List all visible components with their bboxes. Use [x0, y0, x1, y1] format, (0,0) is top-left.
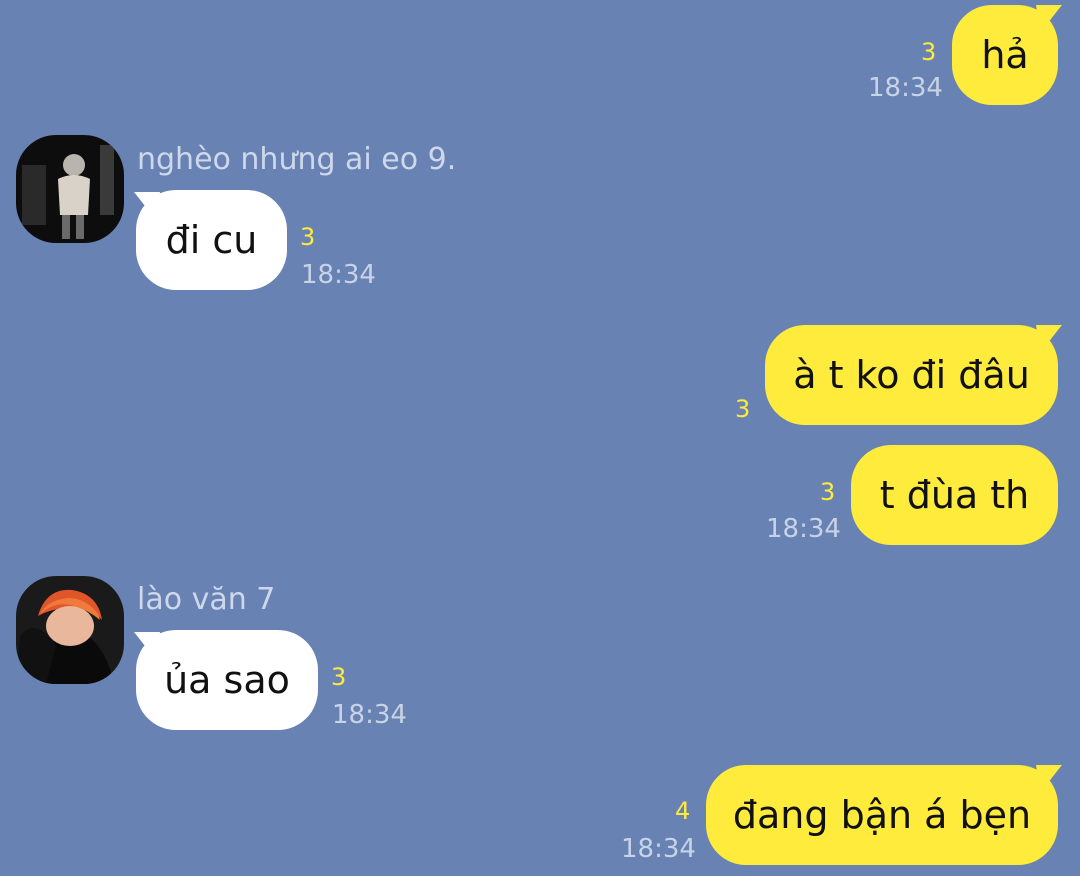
message-timestamp: 18:34	[301, 260, 376, 290]
message-timestamp: 18:34	[621, 834, 696, 864]
avatar[interactable]	[16, 135, 124, 243]
message-text: hả	[981, 33, 1029, 77]
outgoing-message-bubble[interactable]: đang bận á bẹn	[706, 765, 1058, 865]
message-text: đang bận á bẹn	[732, 793, 1032, 837]
sender-name: lào văn 7	[137, 582, 276, 617]
bubble-tail-icon	[1036, 765, 1062, 793]
message-text: à t ko đi đâu	[793, 353, 1030, 397]
bubble-tail-icon	[1036, 325, 1062, 353]
unread-count: 3	[820, 478, 836, 506]
message-text: t đùa th	[879, 473, 1030, 517]
bubble-tail-icon	[134, 632, 160, 660]
message-timestamp: 18:34	[868, 73, 943, 103]
unread-count: 3	[300, 223, 316, 251]
unread-count: 3	[331, 663, 347, 691]
avatar-photo-icon	[16, 576, 124, 684]
sender-name: nghèo nhưng ai eo 9.	[137, 142, 457, 177]
outgoing-message-bubble[interactable]: t đùa th	[851, 445, 1058, 545]
unread-count: 4	[675, 797, 691, 825]
unread-count: 3	[735, 395, 751, 423]
message-timestamp: 18:34	[766, 514, 841, 544]
message-text: ủa sao	[164, 658, 290, 702]
unread-count: 3	[921, 38, 937, 66]
avatar-photo-icon	[16, 135, 124, 243]
bubble-tail-icon	[134, 192, 160, 220]
chat-message-list[interactable]: hả 3 18:34 nghèo nhưng ai eo 9. đi cu 3 …	[0, 0, 1080, 876]
avatar[interactable]	[16, 576, 124, 684]
outgoing-message-bubble[interactable]: à t ko đi đâu	[765, 325, 1058, 425]
message-text: đi cu	[165, 218, 258, 262]
incoming-message-bubble[interactable]: ủa sao	[136, 630, 318, 730]
bubble-tail-icon	[1036, 5, 1062, 33]
message-timestamp: 18:34	[332, 700, 407, 730]
